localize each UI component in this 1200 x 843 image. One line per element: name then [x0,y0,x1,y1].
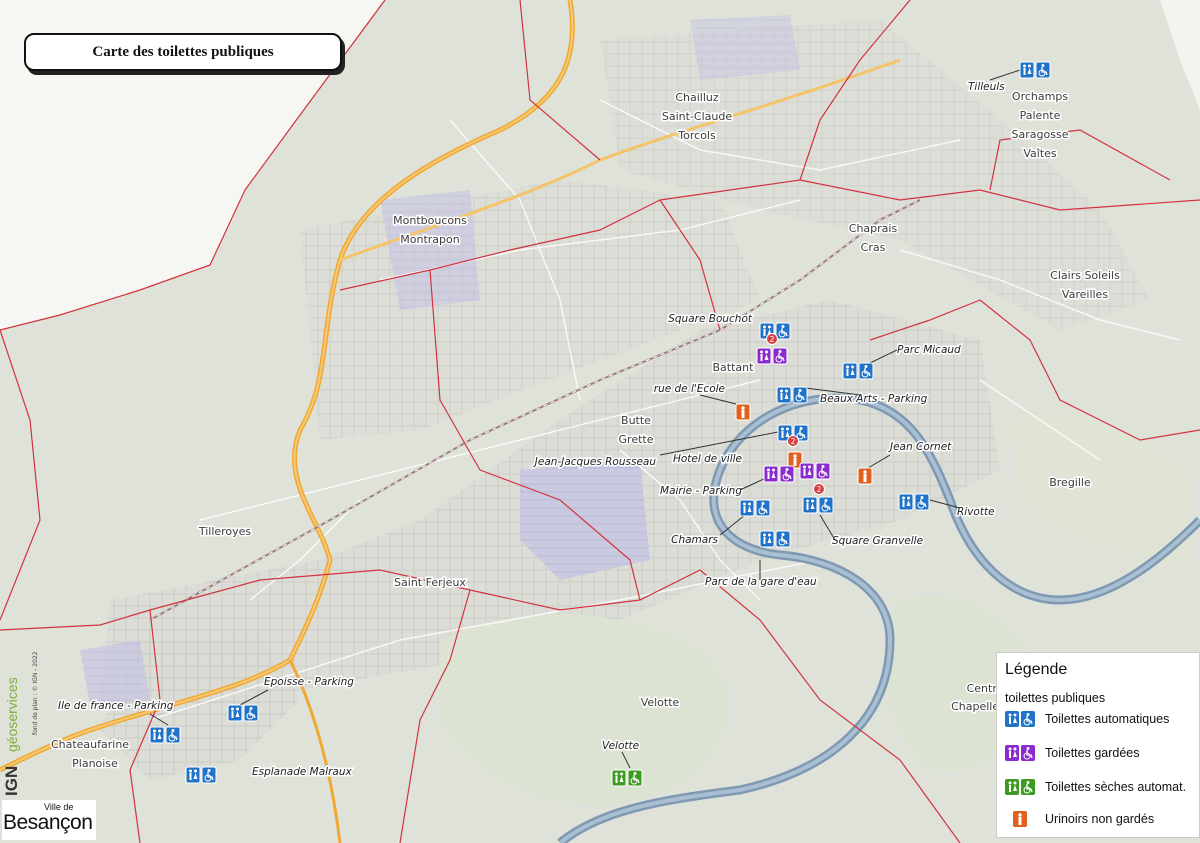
district-label: Butte [621,414,651,427]
district-label: Montboucons [393,214,467,227]
district-label: Chaprais [849,222,898,235]
count-badge: 2 [766,333,778,345]
place-label: Jean Cornet [888,441,952,453]
legend-item-guarded: Toilettes gardées [1005,745,1140,761]
place-label: Parc Micaud [897,344,961,356]
district-label: Saragosse [1012,128,1069,141]
place-label: Square Bouchot [668,313,753,325]
district-label: Clairs Soleils [1050,269,1120,282]
legend-label-guarded: Toilettes gardées [1045,746,1140,760]
map-title: Carte des toilettes publiques [24,33,342,71]
district-label: Orchamps [1012,90,1068,103]
district-label: Montrapon [400,233,459,246]
district-label: Velotte [641,696,680,709]
ign-logo: IGN [2,765,21,796]
place-label: Epoisse - Parking [264,676,354,688]
legend-label-automatic: Toilettes automatiques [1045,712,1170,726]
district-label: Battant [713,361,755,374]
guarded-toilet-icon [1005,745,1035,761]
dry-toilet-icon [1005,779,1035,795]
place-label: Parc de la gare d'eau [705,576,817,588]
place-label: Velotte [602,740,639,752]
map-credit: fond de plan : © IGN - 2022 [32,651,39,735]
district-label: Grette [619,433,654,446]
legend-item-automatic: Toilettes automatiques [1005,711,1169,727]
legend: Légende toilettes publiques Toilettes au… [996,652,1200,838]
legend-label-dry: Toilettes sèches automat. [1045,780,1187,794]
legend-heading: Légende [1005,661,1068,678]
district-label: Saint Ferjeux [394,576,466,589]
place-label: rue de l'Ecole [654,383,725,395]
district-label: Torcols [677,129,716,142]
district-label: Vareilles [1062,288,1108,301]
district-label: Saint-Claude [662,110,732,123]
legend-subtitle: toilettes publiques [1005,691,1106,705]
automatic-toilet-icon [1005,711,1035,727]
urinal-icon [1013,811,1027,827]
place-label: Mairie - Parking [660,485,742,497]
count-badge-text: 2 [770,335,775,344]
urinal-toilet-marker[interactable] [735,403,751,421]
district-label: Tilleroyes [198,525,252,538]
place-label: Tilleuls [968,81,1005,93]
count-badge: 2 [813,483,825,495]
place-label: Esplanade Malraux [252,766,352,778]
district-label: Vaîtes [1023,147,1057,160]
place-label: Chamars [671,534,718,546]
district-label: Cras [861,241,886,254]
place-label: Ile de france - Parking [58,700,174,712]
district-label: Bregille [1049,476,1091,489]
place-label: Rivotte [957,506,995,518]
logo-city-name: Besançon [3,811,93,834]
legend-item-urinal: Urinoirs non gardés [1005,811,1154,827]
count-badge: 2 [787,435,799,447]
legend-label-urinal: Urinoirs non gardés [1045,812,1155,826]
count-badge-text: 2 [791,437,796,446]
district-label: Chateaufarine [51,738,129,751]
legend-item-dry: Toilettes sèches automat. [1005,779,1186,795]
urinal-toilet-marker[interactable] [857,467,873,485]
district-label: Chailluz [675,91,719,104]
count-badge-text: 2 [817,485,822,494]
place-label: Square Granvelle [832,535,923,547]
district-label: Planoise [72,757,118,770]
place-label: Hotel de ville [673,453,742,465]
place-label: Jean-Jacques Rousseau [533,456,657,468]
place-label: Beaux Arts - Parking [820,393,928,405]
district-label: Palente [1020,109,1061,122]
geoservices-logo: géoservices [4,677,20,752]
besancon-logo: Ville de Besançon [2,800,96,840]
